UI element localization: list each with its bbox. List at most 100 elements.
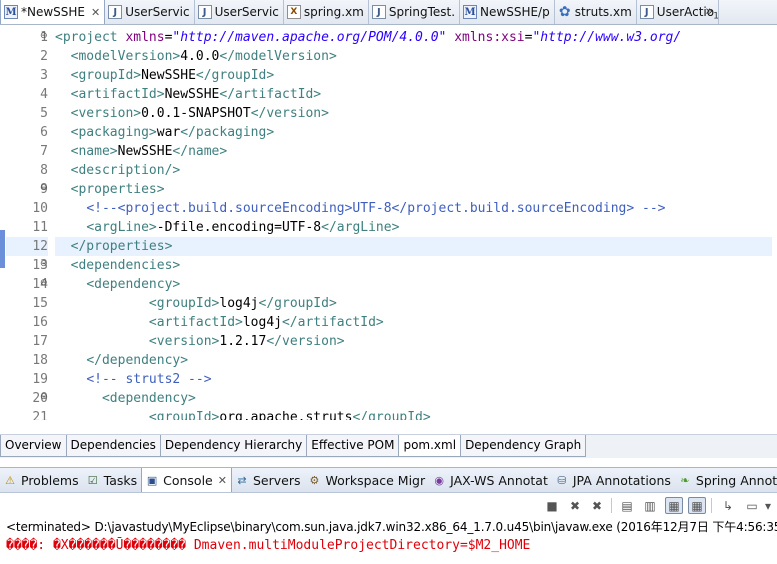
problems-icon: ⚠ <box>5 473 15 487</box>
code-line[interactable]: <groupId>org.apache.struts</groupId> <box>55 408 431 420</box>
maven-pom-icon: M <box>4 5 18 19</box>
line-number: 15 <box>32 296 48 311</box>
code-line[interactable]: <groupId>log4j</groupId> <box>55 294 337 313</box>
code-line[interactable]: <packaging>war</packaging> <box>55 123 275 142</box>
code-line[interactable]: <!-- struts2 --> <box>55 370 211 389</box>
show-on-stderr-icon[interactable]: ▦ <box>688 497 706 514</box>
pin-console-icon[interactable]: ↳ <box>719 497 737 514</box>
pom-editor-tabs: Overview Dependencies Dependency Hierarchy… <box>0 434 777 458</box>
line-number: 10 <box>32 201 48 216</box>
code-line[interactable]: <version>1.2.17</version> <box>55 332 345 351</box>
editor-tab[interactable]: J UserServic <box>105 0 195 24</box>
line-number: 8 <box>40 163 48 178</box>
terminate-icon[interactable]: ■ <box>543 497 561 514</box>
console-icon: ▣ <box>146 473 158 487</box>
line-number: 16 <box>32 315 48 330</box>
fold-collapse-icon[interactable]: ⊖ <box>40 183 48 193</box>
java-file-icon: J <box>197 5 212 19</box>
line-number: 4 <box>40 87 48 102</box>
line-number: 6 <box>40 125 48 140</box>
code-line[interactable]: </properties> <box>55 237 772 256</box>
editor-tab[interactable]: J SpringTest. <box>369 0 461 24</box>
code-area[interactable]: <project xmlns="http://maven.apache.org/… <box>55 25 777 420</box>
tasks-icon: ☑ <box>87 473 98 487</box>
view-tab[interactable]: ❧ Spring Annotati <box>675 468 777 492</box>
show-on-stdout-icon[interactable]: ▦ <box>665 497 683 514</box>
xml-source-editor[interactable]: 1 ⊖ 2 3 4 5 6 7 8 9 ⊖ 10 11 12 13 ⊖ 14 ⊖ 15 16 17 18 19 20 ⊖ 21 <… <box>0 25 777 420</box>
remove-launch-icon[interactable]: ✖ <box>566 497 584 514</box>
spring-icon: ❧ <box>680 473 690 487</box>
view-tab[interactable]: ⚙ Workspace Migr <box>304 468 429 492</box>
line-number: 19 <box>32 372 48 387</box>
view-tab-bar: ⚠ Problems ☑ Tasks ▣ Console ✕ ⇄ Servers ⚙ Workspa… <box>0 467 777 493</box>
code-line[interactable]: <version>0.0.1-SNAPSHOT</version> <box>55 104 329 123</box>
view-tab-label: JAX-WS Annotat <box>450 472 548 488</box>
close-icon[interactable]: ✕ <box>91 6 100 19</box>
view-tab-label: Servers <box>252 472 301 488</box>
console-toolbar: ■ ✖ ✖ ▤ ▥ ▦ ▦ ↳ ▭ ▾ <box>0 494 777 516</box>
java-file-icon: J <box>371 5 386 19</box>
editor-tab-label: spring.xm <box>303 5 364 19</box>
java-file-icon: J <box>108 5 123 19</box>
code-line[interactable]: <name>NewSSHE</name> <box>55 142 228 161</box>
line-number: 17 <box>32 334 48 349</box>
display-console-icon[interactable]: ▭ <box>743 497 761 514</box>
console-error-line: ����: �X������Ū�������� Dmaven.multiModu… <box>6 538 531 553</box>
code-line[interactable]: <artifactId>NewSSHE</artifactId> <box>55 85 321 104</box>
pom-tab-dependency-graph[interactable]: Dependency Graph <box>460 435 587 457</box>
clear-console-icon[interactable]: ▤ <box>618 497 636 514</box>
code-line[interactable]: <project xmlns="http://maven.apache.org/… <box>55 28 681 47</box>
editor-tab[interactable]: M NewSSHE/p <box>460 0 555 24</box>
editor-tab[interactable]: M *NewSSHE ✕ <box>0 0 106 24</box>
maven-pom-icon: M <box>463 5 478 19</box>
line-number: 7 <box>40 144 48 159</box>
java-file-icon: J <box>639 5 654 19</box>
code-line[interactable]: <properties> <box>55 180 165 199</box>
code-line[interactable]: <dependencies> <box>55 256 181 275</box>
editor-tab-label: NewSSHE/p <box>480 5 550 19</box>
fold-collapse-icon[interactable]: ⊖ <box>40 31 48 41</box>
view-tab[interactable]: ☑ Tasks <box>83 468 142 492</box>
view-tab[interactable]: ⛁ JPA Annotations <box>552 468 675 492</box>
editor-tab-label: UserServic <box>125 5 190 19</box>
editor-tab[interactable]: ✿ struts.xm <box>555 0 637 24</box>
view-tab[interactable]: ⚠ Problems <box>0 468 83 492</box>
view-menu-icon[interactable]: ▾ <box>762 497 774 514</box>
view-tab-label: JPA Annotations <box>572 472 671 488</box>
code-line[interactable]: </dependency> <box>55 351 188 370</box>
line-number: 18 <box>32 353 48 368</box>
fold-collapse-icon[interactable]: ⊖ <box>40 278 48 288</box>
view-tab[interactable]: ▣ Console ✕ <box>141 468 232 492</box>
code-line[interactable]: <!--<project.build.sourceEncoding>UTF-8<… <box>55 199 665 218</box>
editor-tab[interactable]: Xspring.xm <box>284 0 369 24</box>
close-icon[interactable]: ✕ <box>218 474 227 487</box>
code-line[interactable]: <argLine>-Dfile.encoding=UTF-8</argLine> <box>55 218 399 237</box>
code-line[interactable]: <artifactId>log4j</artifactId> <box>55 313 384 332</box>
pom-tab-pom-xml[interactable]: pom.xml <box>398 435 462 457</box>
struts-gear-icon: ✿ <box>558 4 571 20</box>
view-tab[interactable]: ◉ JAX-WS Annotat <box>429 468 552 492</box>
pom-tab-dependencies[interactable]: Dependencies <box>65 435 161 457</box>
code-line[interactable]: <modelVersion>4.0.0</modelVersion> <box>55 47 337 66</box>
line-number: 5 <box>40 106 48 121</box>
editor-tab[interactable]: J UserServic <box>195 0 284 24</box>
pom-tab-dependency-hierarchy[interactable]: Dependency Hierarchy <box>159 435 308 457</box>
line-number: 21 <box>32 410 48 420</box>
pom-tab-overview[interactable]: Overview <box>0 435 67 457</box>
scroll-lock-icon[interactable]: ▥ <box>641 497 659 514</box>
code-line[interactable]: <description/> <box>55 161 181 180</box>
view-tab[interactable]: ⇄ Servers <box>232 468 305 492</box>
line-number: 2 <box>40 49 48 64</box>
view-tab-label: Workspace Migr <box>325 472 426 488</box>
pom-tab-effective-pom[interactable]: Effective POM <box>306 435 400 457</box>
fold-collapse-icon[interactable]: ⊖ <box>40 259 48 269</box>
code-line[interactable]: <dependency> <box>55 275 180 294</box>
tab-overflow-button[interactable]: »1 <box>705 4 719 22</box>
fold-collapse-icon[interactable]: ⊖ <box>40 392 48 402</box>
editor-tab-label: SpringTest. <box>388 5 456 19</box>
console-output[interactable]: <terminated> D:\javastudy\MyEclipse\bina… <box>0 516 777 564</box>
view-tab-label: Tasks <box>103 472 138 488</box>
remove-all-terminated-icon[interactable]: ✖ <box>588 497 606 514</box>
code-line[interactable]: <groupId>NewSSHE</groupId> <box>55 66 275 85</box>
code-line[interactable]: <dependency> <box>55 389 196 408</box>
